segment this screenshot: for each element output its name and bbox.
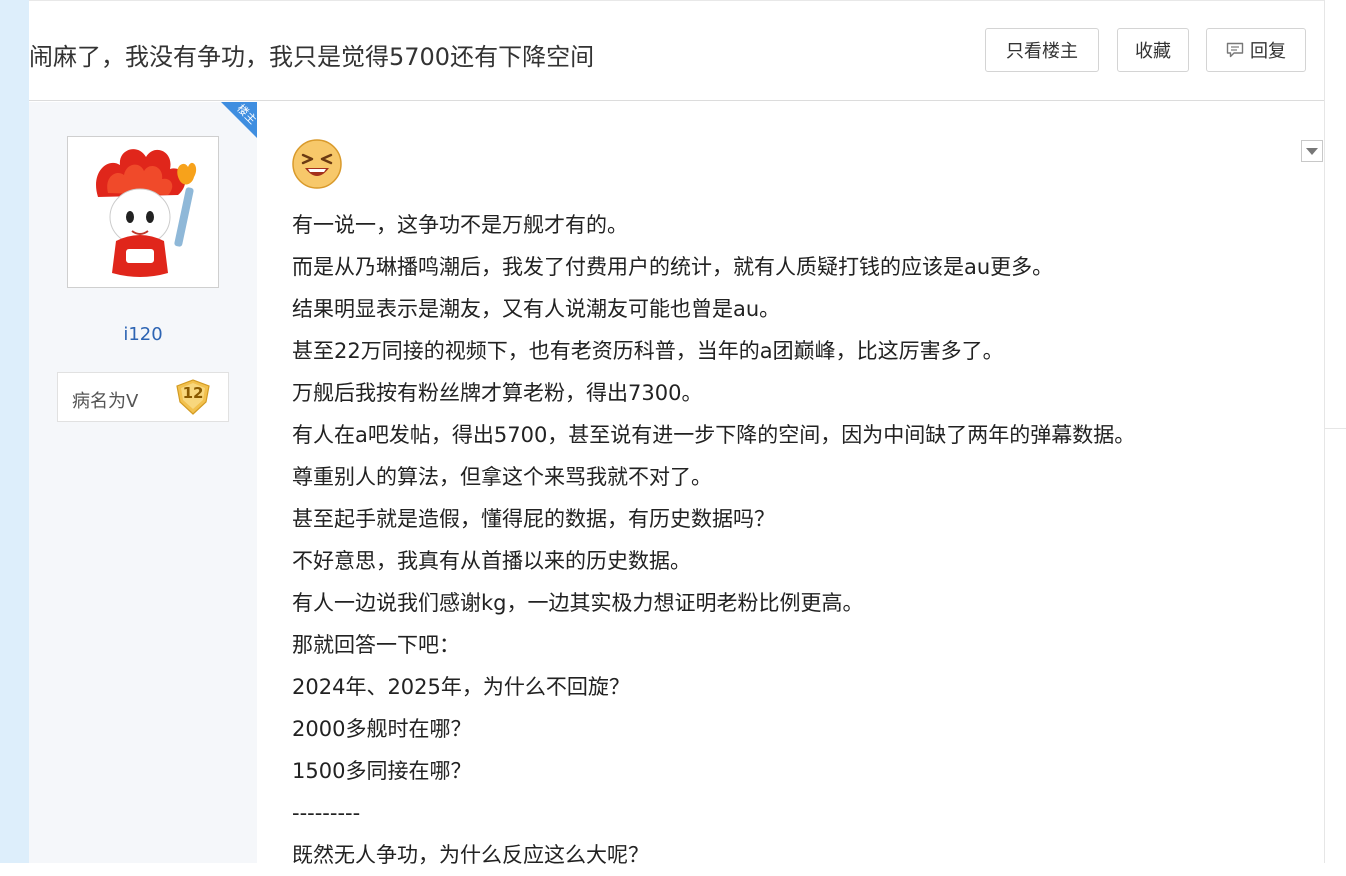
speech-bubble-icon bbox=[1226, 42, 1244, 58]
post-line: 尊重别人的算法，但拿这个来骂我就不对了。 bbox=[292, 465, 712, 489]
badge-level: 12 bbox=[182, 384, 204, 402]
post-line: --------- bbox=[292, 801, 361, 825]
reply-button[interactable]: 回复 bbox=[1206, 28, 1306, 72]
post-text: 有一说一，这争功不是万舰才有的。 而是从乃琳播鸣潮后，我发了付费用户的统计，就有… bbox=[292, 204, 1135, 876]
level-badge-icon: 12 bbox=[174, 378, 212, 416]
right-divider bbox=[1324, 0, 1325, 863]
fan-badge[interactable]: 病名为V 12 bbox=[57, 372, 229, 422]
post-line: 2000多舰时在哪？ bbox=[292, 717, 472, 741]
triangle-down-icon bbox=[1306, 148, 1318, 155]
post-line: 甚至起手就是造假，懂得屁的数据，有历史数据吗？ bbox=[292, 507, 775, 531]
post-line: 那就回答一下吧： bbox=[292, 633, 460, 657]
post-line: 有一说一，这争功不是万舰才有的。 bbox=[292, 213, 628, 237]
post-menu-button[interactable] bbox=[1301, 140, 1323, 162]
post-line: 2024年、2025年，为什么不回旋？ bbox=[292, 675, 630, 699]
post-line: 有人一边说我们感谢kg，一边其实极力想证明老粉比例更高。 bbox=[292, 591, 864, 615]
post-line: 而是从乃琳播鸣潮后，我发了付费用户的统计，就有人质疑打钱的应该是au更多。 bbox=[292, 255, 1054, 279]
badge-name: 病名为V bbox=[72, 391, 139, 412]
post-body: 有一说一，这争功不是万舰才有的。 而是从乃琳播鸣潮后，我发了付费用户的统计，就有… bbox=[257, 102, 1324, 867]
mascot-avatar-image bbox=[96, 149, 197, 277]
post-line: 结果明显表示是潮友，又有人说潮友可能也曾是au。 bbox=[292, 297, 781, 321]
favorite-label: 收藏 bbox=[1135, 41, 1171, 62]
only-op-label: 只看楼主 bbox=[1006, 41, 1078, 62]
avatar[interactable] bbox=[67, 136, 219, 288]
only-op-button[interactable]: 只看楼主 bbox=[985, 28, 1099, 72]
post-line: 既然无人争功，为什么反应这么大呢？ bbox=[292, 843, 649, 867]
favorite-button[interactable]: 收藏 bbox=[1117, 28, 1189, 72]
post-line: 甚至22万同接的视频下，也有老资历科普，当年的a团巅峰，比这厉害多了。 bbox=[292, 339, 1004, 363]
post-line: 1500多同接在哪？ bbox=[292, 759, 472, 783]
laughing-face-icon bbox=[291, 138, 343, 190]
thread-header: 闹麻了，我没有争功，我只是觉得5700还有下降空间 只看楼主 收藏 回复 bbox=[29, 0, 1324, 101]
left-background-strip bbox=[0, 0, 29, 863]
op-tag: 楼主 bbox=[221, 102, 257, 138]
post-line: 不好意思，我真有从首播以来的历史数据。 bbox=[292, 549, 691, 573]
username-link[interactable]: i120 bbox=[29, 324, 257, 345]
author-panel: 楼主 i120 病名为V 12 bbox=[29, 102, 257, 863]
reply-label: 回复 bbox=[1250, 41, 1286, 62]
post-line: 万舰后我按有粉丝牌才算老粉，得出7300。 bbox=[292, 381, 703, 405]
right-divider-line bbox=[1325, 428, 1346, 429]
thread-title: 闹麻了，我没有争功，我只是觉得5700还有下降空间 bbox=[29, 43, 595, 71]
post-line: 有人在a吧发帖，得出5700，甚至说有进一步下降的空间，因为中间缺了两年的弹幕数… bbox=[292, 423, 1136, 447]
